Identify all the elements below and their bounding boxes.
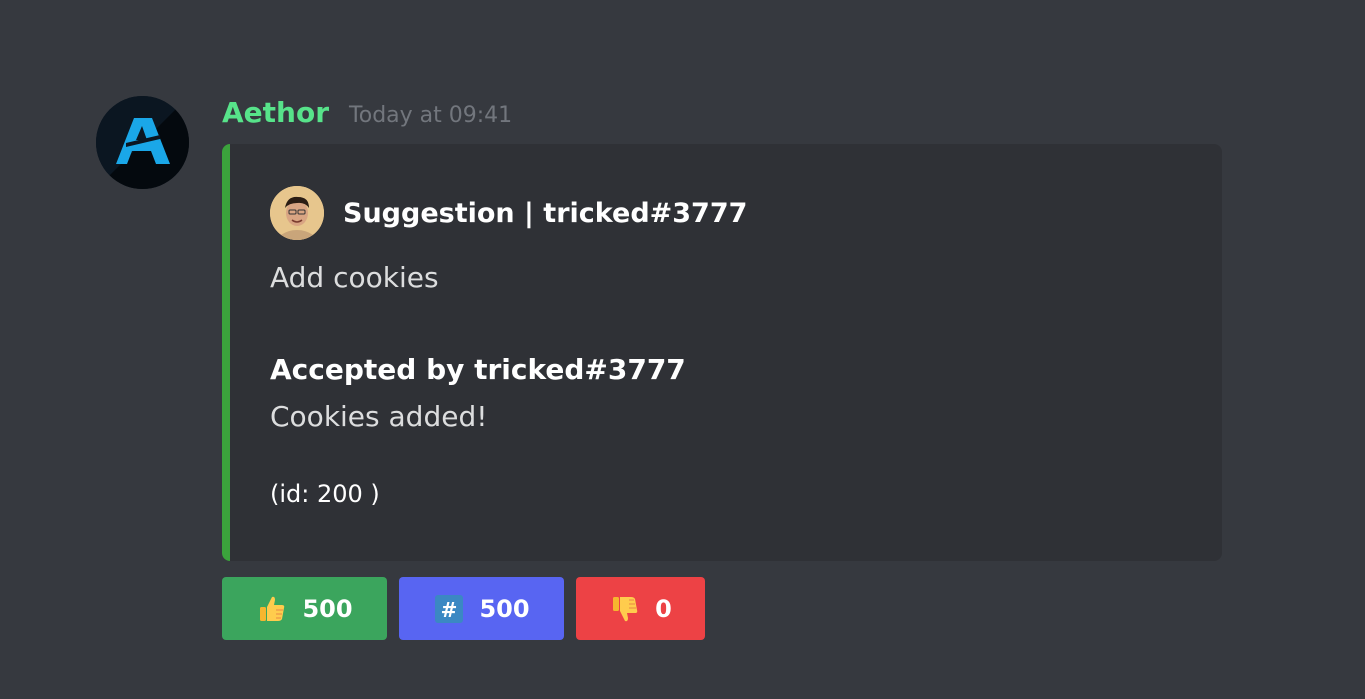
embed-author-name: Suggestion | tricked#3777 xyxy=(343,197,748,229)
hash-count: 500 xyxy=(479,594,530,623)
suggestion-id: (id: 200 ) xyxy=(270,480,380,508)
downvote-count: 0 xyxy=(655,594,672,623)
svg-text:#: # xyxy=(441,598,458,622)
username[interactable]: Aethor xyxy=(222,96,329,129)
downvote-button[interactable]: 0 xyxy=(576,577,705,640)
hash-count-button[interactable]: # 500 xyxy=(399,577,564,640)
embed-accent-bar xyxy=(222,144,230,561)
embed-field-value: Cookies added! xyxy=(270,400,488,433)
suggestion-embed: Suggestion | tricked#3777 Add cookies Ac… xyxy=(222,144,1222,561)
embed-description: Add cookies xyxy=(270,261,439,294)
upvote-count: 500 xyxy=(302,594,353,623)
embed-author: Suggestion | tricked#3777 xyxy=(270,186,747,240)
author-avatar xyxy=(270,186,324,240)
vote-buttons: 500 # 500 0 xyxy=(222,577,705,640)
thumbs-up-icon xyxy=(256,593,288,625)
thumbs-down-icon xyxy=(609,593,641,625)
upvote-button[interactable]: 500 xyxy=(222,577,387,640)
bot-avatar[interactable] xyxy=(96,96,189,189)
message-header: Aethor Today at 09:41 xyxy=(222,96,512,130)
hash-keycap-icon: # xyxy=(433,593,465,625)
embed-field-name: Accepted by tricked#3777 xyxy=(270,353,686,386)
timestamp: Today at 09:41 xyxy=(349,103,513,128)
aethor-logo-icon xyxy=(96,96,189,189)
